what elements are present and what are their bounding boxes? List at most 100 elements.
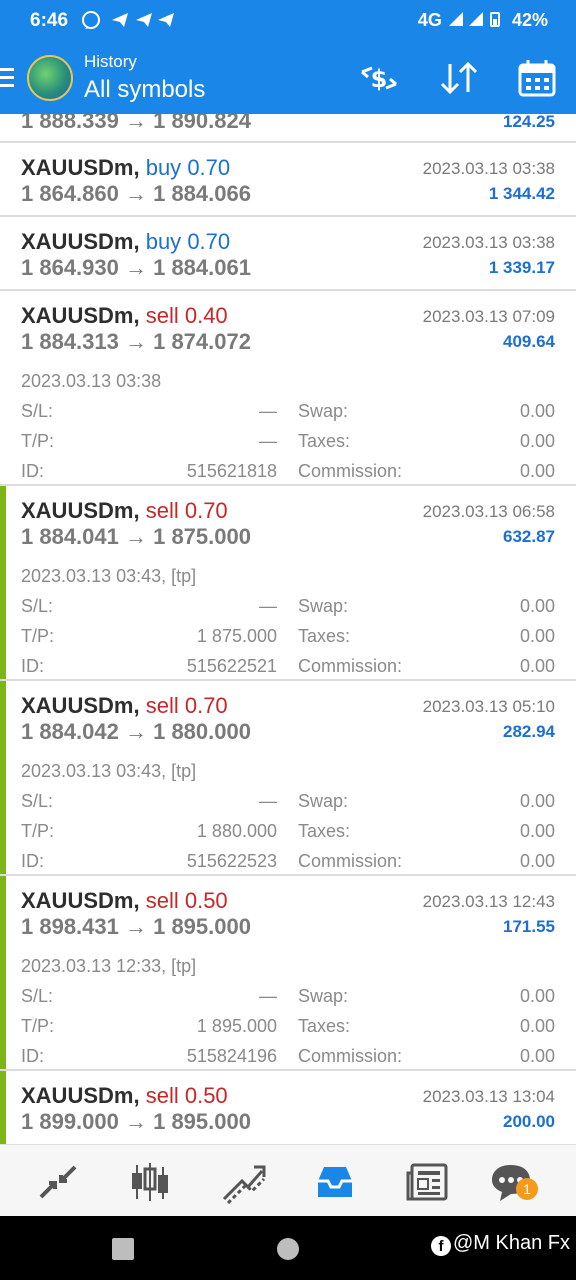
- app-logo: [27, 55, 73, 101]
- table-row-expanded[interactable]: XAUUSDm, sell 0.50 1 898.431 → 1 895.000…: [0, 876, 576, 1071]
- id-value: 515622523: [186, 851, 277, 871]
- swap-value: 0.00: [519, 596, 555, 616]
- deal-profit: 1 339.17: [488, 258, 555, 277]
- deal-prices: 1 898.431 → 1 895.000: [21, 914, 251, 939]
- history-icon[interactable]: [312, 1159, 358, 1205]
- swap-label: Swap:: [298, 401, 349, 421]
- app-header: History All symbols $: [0, 42, 576, 114]
- deal-volume: 0.70: [187, 229, 231, 254]
- messaging-notification-icon: [82, 11, 174, 29]
- network-label: 4G: [417, 10, 442, 30]
- deal-prices: 1 888.339 → 1 890.824: [21, 114, 251, 133]
- deal-prices: 1 864.930 → 1 884.061: [21, 255, 251, 280]
- table-row[interactable]: XAUUSDm, buy 0.70 1 864.860 → 1 884.066 …: [0, 143, 576, 217]
- system-navigation: f @M Khan Fx: [0, 1216, 576, 1280]
- deal-profit: 409.64: [503, 332, 555, 351]
- id-label: ID:: [21, 1046, 45, 1066]
- history-list[interactable]: 1 888.339 → 1 890.824 124.25 XAUUSDm, bu…: [0, 114, 576, 1144]
- deal-close-time: 2023.03.13 06:58: [422, 502, 555, 521]
- swap-label: Swap:: [298, 596, 349, 616]
- deal-profit: 171.55: [503, 917, 555, 936]
- sl-label: S/L:: [21, 401, 54, 421]
- commission-label: Commission:: [298, 851, 403, 871]
- deal-symbol: XAUUSDm, sell 0.40: [21, 303, 228, 328]
- calendar-icon[interactable]: [516, 58, 558, 98]
- deal-prices: 1 884.042 → 1 880.000: [21, 719, 251, 744]
- deal-profit: 632.87: [503, 527, 555, 546]
- commission-label: Commission:: [298, 461, 403, 481]
- deal-close-time: 2023.03.13 03:38: [422, 159, 555, 178]
- deal-side: sell: [145, 1083, 179, 1108]
- watermark-text: @M Khan Fx: [452, 1232, 570, 1254]
- table-row-expanded[interactable]: XAUUSDm, sell 0.40 1 884.313 → 1 874.072…: [0, 291, 576, 486]
- commission-label: Commission:: [298, 1046, 403, 1066]
- messages-badge: 1: [516, 1178, 538, 1200]
- tp-label: T/P:: [21, 1016, 55, 1036]
- deal-symbol: XAUUSDm, sell 0.70: [21, 693, 228, 718]
- deal-open-time: 2023.03.13 03:38: [21, 371, 162, 391]
- deal-close-time: 2023.03.13 05:10: [422, 697, 555, 716]
- id-label: ID:: [21, 851, 45, 871]
- sl-label: S/L:: [21, 986, 54, 1006]
- deal-open-time: 2023.03.13 12:33, [tp]: [21, 956, 197, 976]
- sl-value: —: [259, 401, 277, 421]
- home-button[interactable]: [277, 1238, 299, 1260]
- currency-exchange-icon[interactable]: $: [358, 58, 400, 98]
- taxes-value: 0.00: [519, 821, 555, 841]
- swap-value: 0.00: [519, 791, 555, 811]
- table-row[interactable]: XAUUSDm, buy 0.70 1 864.930 → 1 884.061 …: [0, 217, 576, 291]
- deal-open-time: 2023.03.13 03:43, [tp]: [21, 566, 197, 586]
- commission-label: Commission:: [298, 656, 403, 676]
- deal-volume: 0.40: [184, 303, 228, 328]
- sl-value: —: [259, 986, 277, 1006]
- id-value: 515824196: [186, 1046, 277, 1066]
- taxes-value: 0.00: [519, 1016, 555, 1036]
- commission-value: 0.00: [519, 656, 555, 676]
- table-row-expanded[interactable]: XAUUSDm, sell 0.70 1 884.042 → 1 880.000…: [0, 681, 576, 876]
- commission-value: 0.00: [519, 851, 555, 871]
- swap-label: Swap:: [298, 791, 349, 811]
- sort-icon[interactable]: [438, 58, 480, 98]
- tp-value: 1 895.000: [196, 1016, 277, 1036]
- deal-profit: 1 344.42: [488, 184, 555, 203]
- deal-close-time: 2023.03.13 03:38: [422, 233, 555, 252]
- deal-close-time: 2023.03.13 07:09: [422, 307, 555, 326]
- deal-volume: 0.70: [184, 498, 228, 523]
- id-value: 515621818: [186, 461, 277, 481]
- deal-side: sell: [145, 498, 179, 523]
- symbol-filter[interactable]: All symbols: [84, 76, 205, 104]
- watermark: f @M Khan Fx: [430, 1232, 570, 1256]
- deal-symbol: XAUUSDm, sell 0.50: [21, 888, 228, 913]
- deal-profit: 124.25: [503, 114, 555, 131]
- news-icon[interactable]: [404, 1159, 450, 1205]
- deal-profit: 282.94: [503, 722, 555, 741]
- swap-value: 0.00: [519, 986, 555, 1006]
- tp-label: T/P:: [21, 626, 55, 646]
- swap-label: Swap:: [298, 986, 349, 1006]
- sl-value: —: [259, 791, 277, 811]
- taxes-value: 0.00: [519, 431, 555, 451]
- deal-side: sell: [145, 693, 179, 718]
- table-row-expanded[interactable]: XAUUSDm, sell 0.70 1 884.041 → 1 875.000…: [0, 486, 576, 681]
- page-title: History: [84, 52, 137, 71]
- taxes-value: 0.00: [519, 626, 555, 646]
- list-item-partial[interactable]: 1 888.339 → 1 890.824 124.25: [0, 114, 576, 143]
- menu-icon[interactable]: [0, 68, 14, 88]
- recent-apps-button[interactable]: [112, 1238, 134, 1260]
- deal-symbol: XAUUSDm, sell 0.70: [21, 498, 228, 523]
- commission-value: 0.00: [519, 461, 555, 481]
- id-label: ID:: [21, 656, 45, 676]
- deal-profit: 200.00: [503, 1112, 555, 1131]
- deal-volume: 0.70: [184, 693, 228, 718]
- deal-side: buy: [145, 229, 182, 254]
- deal-prices: 1 884.313 → 1 874.072: [21, 329, 251, 354]
- swap-value: 0.00: [519, 401, 555, 421]
- table-row[interactable]: XAUUSDm, sell 0.50 1 899.000 → 1 895.000…: [0, 1071, 576, 1144]
- trade-icon[interactable]: [220, 1159, 266, 1205]
- quotes-icon[interactable]: [35, 1159, 81, 1205]
- signal-icon: [448, 12, 500, 27]
- svg-text:$: $: [371, 65, 388, 93]
- chart-icon[interactable]: [127, 1159, 173, 1205]
- deal-side: sell: [145, 303, 179, 328]
- battery-label: 42%: [511, 10, 548, 30]
